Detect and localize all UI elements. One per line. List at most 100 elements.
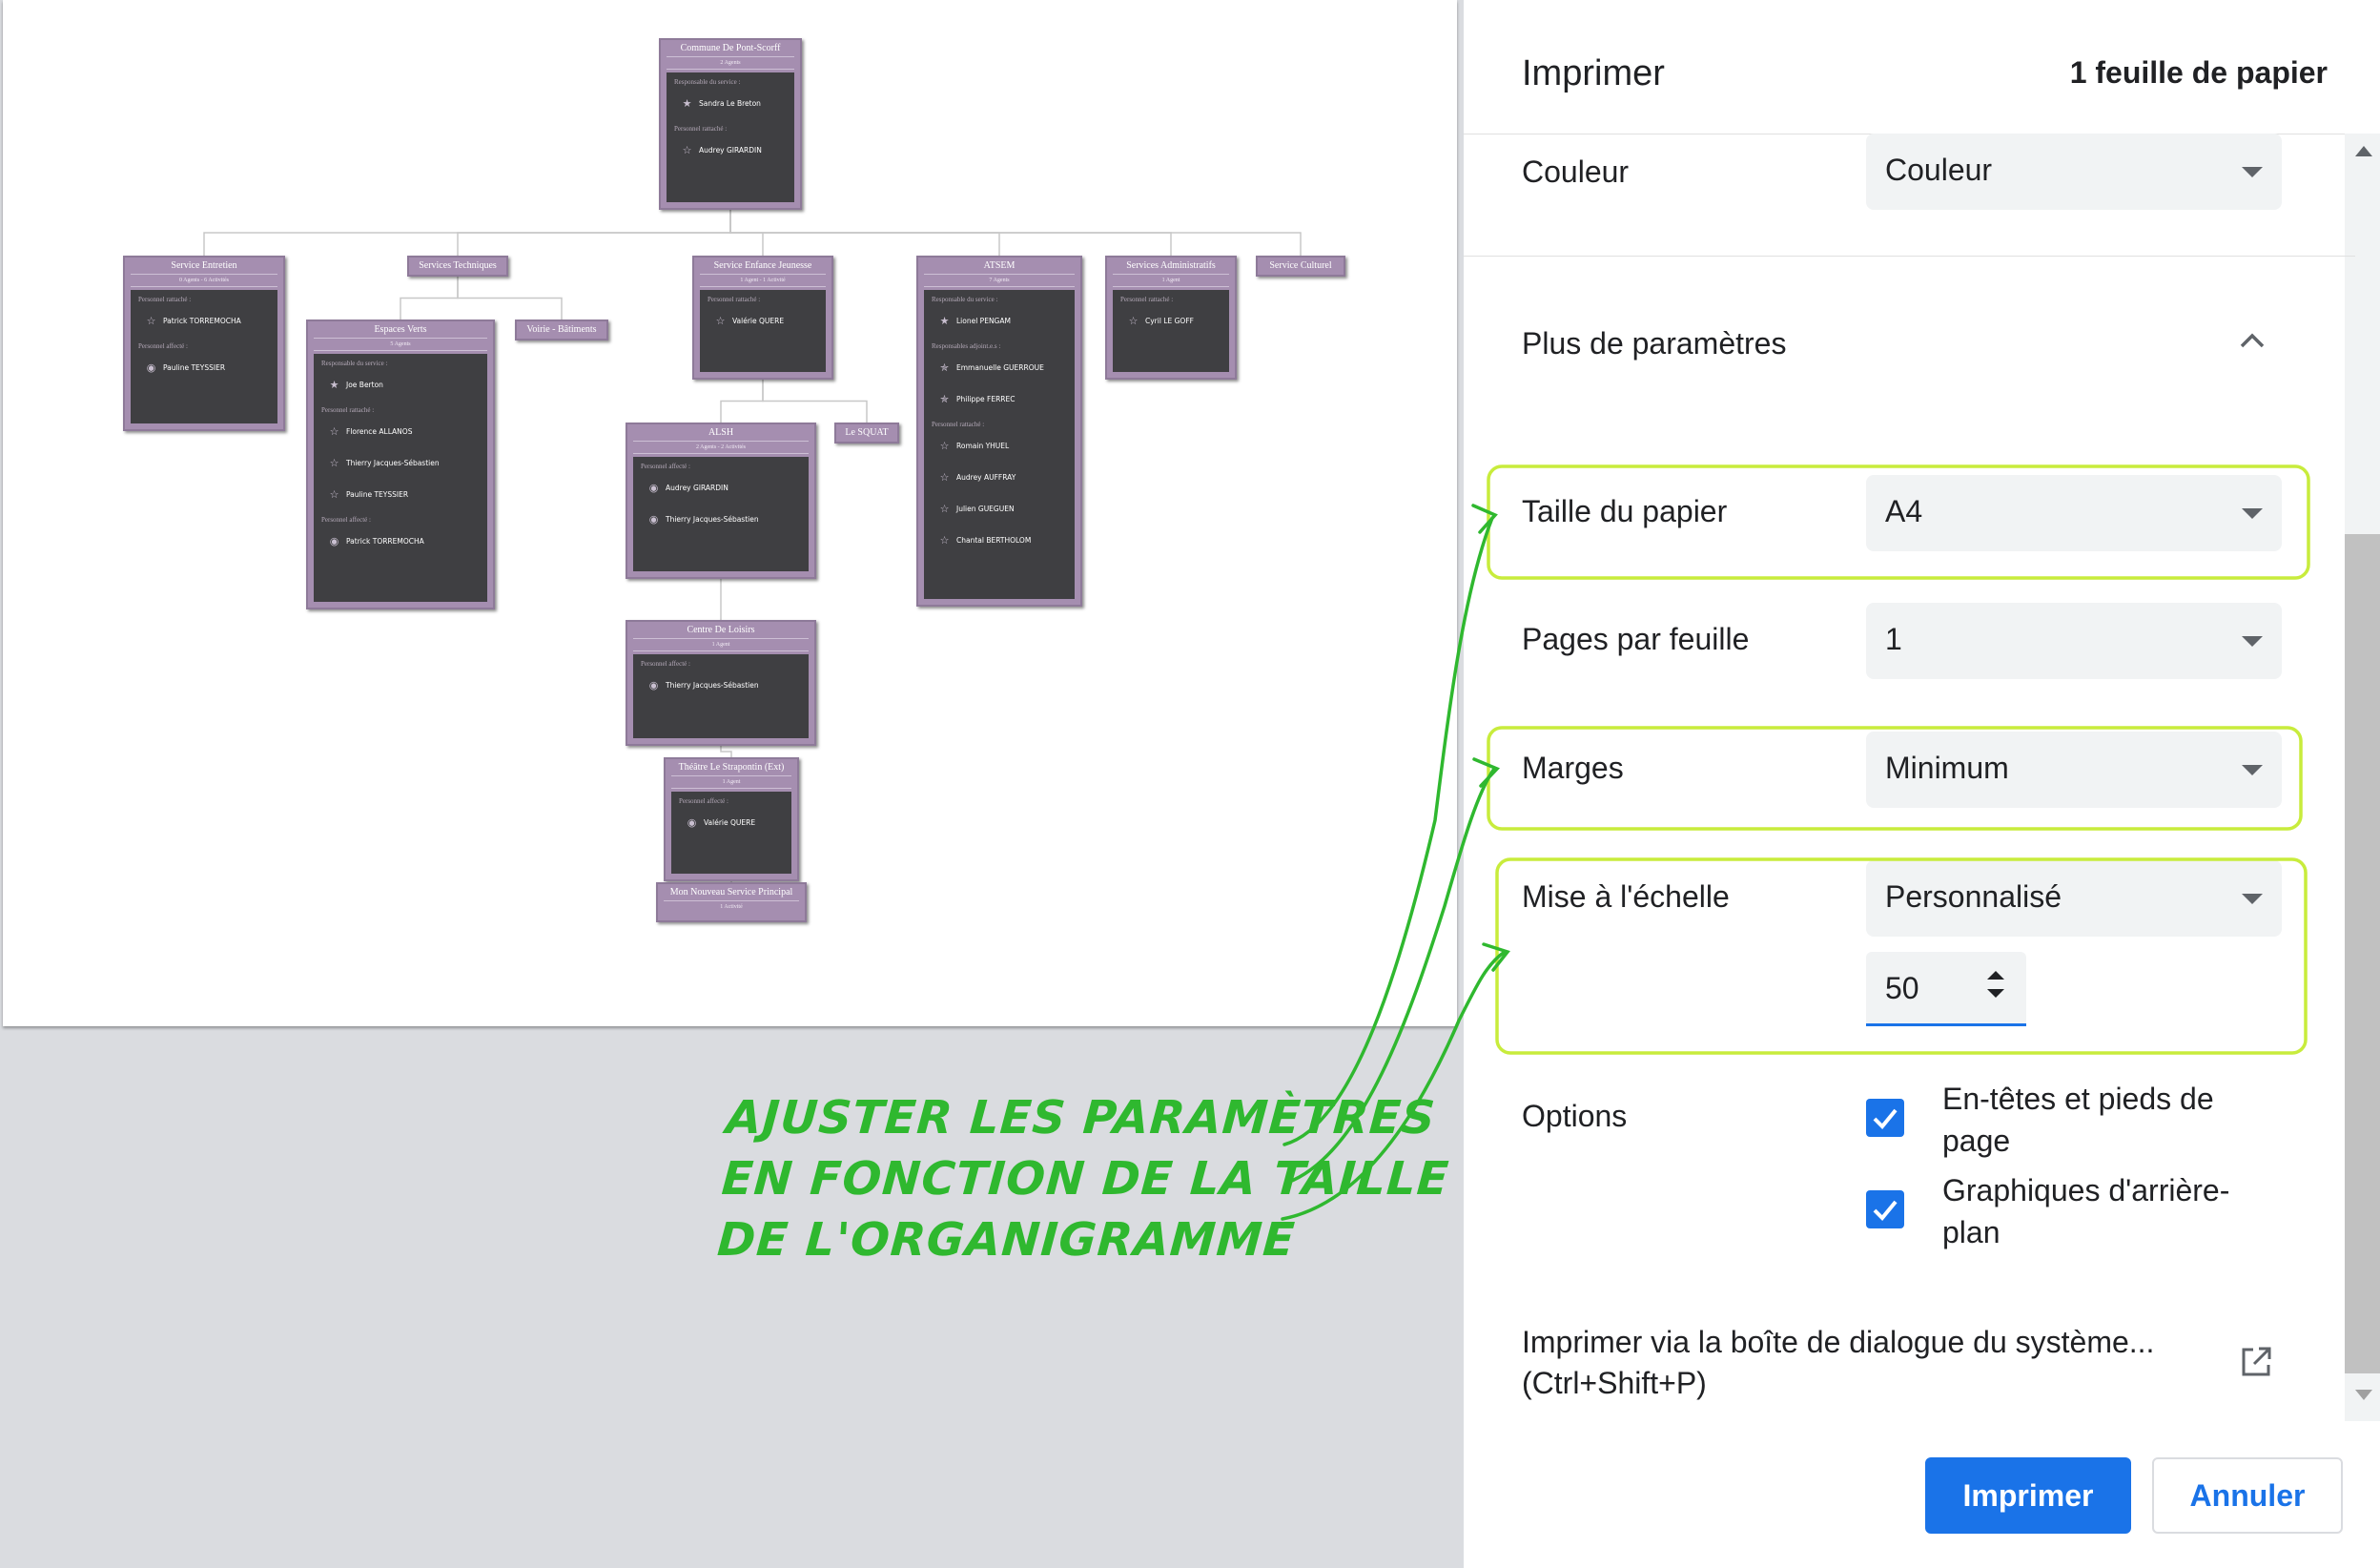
- star-icon: ☆: [939, 503, 950, 515]
- check-icon: [1873, 1200, 1898, 1221]
- org-node-title: Services Administratifs: [1126, 260, 1216, 271]
- panel-header: Imprimer 1 feuille de papier: [1464, 0, 2380, 134]
- org-member: ☆ Pauline TEYSSIER: [314, 479, 487, 510]
- org-member: ☆ Romain YHUEL: [924, 430, 1075, 462]
- circle-icon: ◉: [329, 535, 339, 547]
- org-member-name: Emmanuelle GUERROUE: [956, 363, 1044, 372]
- annotation-text: AJUSTER LES PARAMÈTRES EN FONCTION DE LA…: [715, 1087, 1455, 1270]
- background-graphics-checkbox[interactable]: [1866, 1190, 1904, 1228]
- org-member-name: Patrick TORREMOCHA: [346, 537, 424, 546]
- star-icon: ☆: [329, 457, 339, 469]
- print-button[interactable]: Imprimer: [1925, 1457, 2131, 1534]
- org-node-commune: Commune De Pont-Scorff 2 Agents Responsabl…: [659, 38, 802, 210]
- circle-icon: ◉: [648, 679, 659, 691]
- org-node-members: Personnel rattaché : ☆ Patrick TORREMOCHA P…: [131, 290, 277, 423]
- org-node-title: Service Culturel: [1269, 260, 1332, 271]
- org-member-name: Florence ALLANOS: [346, 427, 413, 436]
- pages-per-sheet-label: Pages par feuille: [1522, 622, 1750, 656]
- star-icon: ☆: [682, 144, 692, 156]
- org-member: ✯ Philippe FERREC: [924, 383, 1075, 415]
- org-node-members: Personnel affecté : ◉ Audrey GIRARDIN ◉ Thie…: [633, 457, 809, 571]
- org-section-label: Personnel affecté :: [641, 463, 690, 470]
- star-icon: ✯: [939, 393, 950, 405]
- spin-down-icon[interactable]: [1987, 989, 2004, 998]
- headers-footers-label[interactable]: En-têtes et pieds de page: [1942, 1078, 2238, 1162]
- org-node-separator: [314, 350, 487, 351]
- scroll-up-arrow-icon[interactable]: [2355, 146, 2372, 156]
- org-node-title: Service Enfance Jeunesse: [713, 260, 812, 271]
- spin-up-icon[interactable]: [1987, 971, 2004, 980]
- org-member-name: Pauline TEYSSIER: [163, 363, 226, 372]
- org-node-separator: [314, 338, 487, 339]
- org-connector: [720, 380, 764, 423]
- paper-size-select[interactable]: A4: [1866, 475, 2282, 551]
- print-settings-panel: Imprimer 1 feuille de papier Couleur Cou…: [1464, 0, 2380, 1568]
- scroll-down-arrow-icon[interactable]: [2355, 1390, 2372, 1400]
- org-node-title: Services Techniques: [419, 260, 497, 271]
- org-member: ☆ Valérie QUERE: [700, 305, 826, 337]
- org-member-name: Lionel PENGAM: [956, 317, 1011, 325]
- org-member-name: Valérie QUERE: [704, 818, 756, 827]
- org-member: ☆ Patrick TORREMOCHA: [131, 305, 277, 337]
- cancel-button[interactable]: Annuler: [2152, 1457, 2343, 1534]
- star-icon: ☆: [939, 440, 950, 452]
- chevron-up-icon[interactable]: [2239, 332, 2266, 349]
- org-section-label: Personnel rattaché :: [321, 406, 375, 414]
- circle-icon: ◉: [648, 482, 659, 494]
- org-node-members: Responsable du service : ★ Lionel PENGAM Re…: [924, 290, 1075, 599]
- org-section-label: Personnel affecté :: [321, 516, 371, 524]
- org-member: ☆ Audrey GIRARDIN: [667, 134, 794, 166]
- org-section-label: Personnel rattaché :: [708, 296, 761, 303]
- color-label: Couleur: [1522, 155, 1630, 189]
- star-icon: ☆: [329, 488, 339, 501]
- scrollbar-thumb[interactable]: [2345, 534, 2380, 1373]
- org-node-members: Responsable du service : ★ Joe Berton Perso…: [314, 354, 487, 602]
- open-external-icon[interactable]: [2239, 1345, 2273, 1379]
- org-connector: [457, 210, 731, 256]
- org-section-label: Responsables adjoint.e.s :: [932, 342, 1001, 350]
- org-node-title: ATSEM: [983, 260, 1016, 271]
- scale-select[interactable]: Personnalisé: [1866, 860, 2282, 937]
- more-settings-label[interactable]: Plus de paramètres: [1522, 326, 1786, 361]
- org-member: ☆ Julien GUEGUEN: [924, 493, 1075, 525]
- org-node-separator: [131, 286, 277, 287]
- pages-per-sheet-select[interactable]: 1: [1866, 603, 2282, 679]
- org-node-members: Personnel affecté : ◉ Valérie QUERE: [671, 792, 791, 874]
- org-node-separator: [700, 286, 826, 287]
- color-select[interactable]: Couleur: [1866, 134, 2282, 210]
- org-connector: [729, 210, 1302, 256]
- org-member-name: Chantal BERTHOLOM: [956, 536, 1032, 545]
- org-node-title: Commune De Pont-Scorff: [680, 43, 781, 53]
- org-section-label: Personnel affecté :: [138, 342, 188, 350]
- org-node-subtitle: 5 Agents: [390, 341, 411, 347]
- org-section-label: Personnel rattaché :: [674, 125, 728, 133]
- org-node-subtitle: 2 Agents - 2 Activités: [696, 444, 746, 450]
- margins-value: Minimum: [1885, 751, 2009, 785]
- org-member-name: Cyril LE GOFF: [1145, 317, 1194, 325]
- org-connector: [762, 380, 868, 423]
- org-node-subtitle: 1 Agent: [1161, 278, 1180, 283]
- chevron-down-icon: [2242, 636, 2263, 647]
- system-dialog-link[interactable]: Imprimer via la boîte de dialogue du sys…: [1522, 1322, 2208, 1404]
- color-select-value: Couleur: [1885, 153, 1993, 187]
- star-icon: ★: [939, 315, 950, 327]
- org-node-members: Personnel affecté : ◉ Thierry Jacques-Séba…: [633, 654, 809, 738]
- paper-size-value: A4: [1885, 494, 1923, 528]
- headers-footers-checkbox[interactable]: [1866, 1099, 1904, 1137]
- org-node-nouveau-service: Mon Nouveau Service Principal 1 Activité: [656, 882, 807, 922]
- org-connector: [400, 277, 459, 320]
- org-node-espaces-verts: Espaces Verts 5 Agents Responsable du serv…: [306, 320, 495, 609]
- margins-label: Marges: [1522, 751, 1624, 785]
- margins-select[interactable]: Minimum: [1866, 732, 2282, 808]
- annotation-line: DE L'ORGANIGRAMME: [715, 1213, 1298, 1267]
- background-graphics-label[interactable]: Graphiques d'arrière-plan: [1942, 1169, 2238, 1253]
- org-member: ☆ Thierry Jacques-Sébastien: [314, 447, 487, 479]
- org-node-title: Centre De Loisirs: [687, 625, 755, 635]
- org-member: ★ Joe Berton: [314, 369, 487, 401]
- org-node-centre-loisirs: Centre De Loisirs 1 Agent Personnel affect…: [626, 620, 816, 746]
- scale-number-input[interactable]: 50: [1866, 952, 2026, 1026]
- org-connector: [457, 277, 563, 320]
- org-member-name: Audrey AUFFRAY: [956, 473, 1016, 482]
- org-member-name: Philippe FERREC: [956, 395, 1016, 403]
- org-member: ☆ Florence ALLANOS: [314, 416, 487, 447]
